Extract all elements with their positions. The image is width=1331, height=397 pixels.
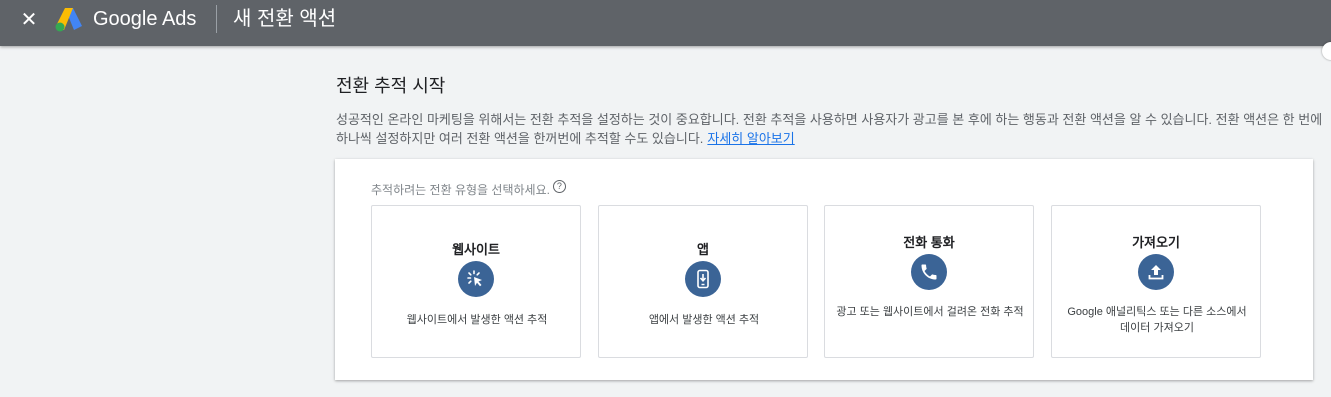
close-icon[interactable]: ✕ [18,8,40,30]
conversion-type-card: 추적하려는 전환 유형을 선택하세요. ? 웹사이트 웹사이트에서 발생한 액션… [335,159,1313,380]
google-ads-logo-icon [55,8,82,32]
description-text: 성공적인 온라인 마케팅을 위해서는 전환 추적을 설정하는 것이 중요합니다.… [336,112,1323,146]
prompt-text: 추적하려는 전환 유형을 선택하세요. [371,183,550,197]
section-title: 전환 추적 시작 [336,76,446,96]
tile-app[interactable]: 앱 앱에서 발생한 액션 추적 [598,205,808,358]
mobile-app-icon [685,261,721,297]
header-divider [216,5,217,33]
top-app-bar: ✕ Google Ads 새 전환 액션 [0,0,1331,46]
tile-title: 앱 [697,242,709,257]
tile-description: Google 애널리틱스 또는 다른 소스에서 데이터 가져오기 [1067,306,1247,334]
scrollbar-handle[interactable] [1322,42,1331,60]
cursor-click-icon [458,261,494,297]
tile-description: 웹사이트에서 발생한 액션 추적 [406,314,548,326]
section-description: 성공적인 온라인 마케팅을 위해서는 전환 추적을 설정하는 것이 중요합니다.… [336,110,1326,148]
tile-import[interactable]: 가져오기 Google 애널리틱스 또는 다른 소스에서 데이터 가져오기 [1051,205,1261,358]
phone-icon [911,254,947,290]
conversion-type-prompt: 추적하려는 전환 유형을 선택하세요. ? [371,180,566,198]
learn-more-link[interactable]: 자세히 알아보기 [707,131,794,146]
tile-title: 전화 통화 [903,235,955,250]
tile-title: 웹사이트 [452,242,500,257]
tile-description: 광고 또는 웹사이트에서 걸려온 전화 추적 [836,306,1024,318]
tile-title: 가져오기 [1132,235,1180,250]
help-icon[interactable]: ? [552,180,566,193]
tile-phone-calls[interactable]: 전화 통화 광고 또는 웹사이트에서 걸려온 전화 추적 [824,205,1034,358]
tile-website[interactable]: 웹사이트 웹사이트에서 발생한 액션 추적 [371,205,581,358]
page-title: 새 전환 액션 [233,8,337,30]
tile-description: 앱에서 발생한 액션 추적 [648,314,760,326]
brand-name: Google Ads [93,8,197,30]
upload-icon [1138,254,1174,290]
